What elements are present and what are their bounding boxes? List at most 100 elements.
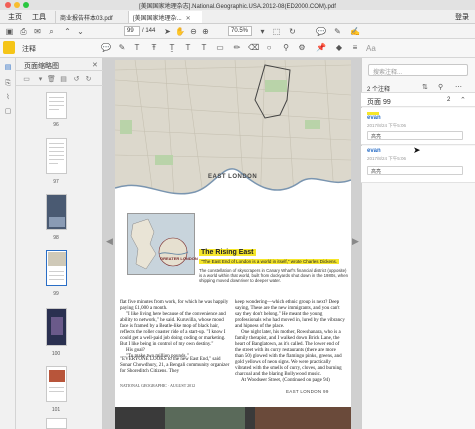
- print-icon[interactable]: ⎙: [19, 27, 28, 36]
- next-page-arrow-icon[interactable]: ▶: [352, 236, 359, 247]
- thumbnail-page-102[interactable]: [46, 418, 67, 429]
- chevron-down-icon[interactable]: ▾: [36, 75, 45, 84]
- menu-home[interactable]: 主页: [8, 12, 22, 22]
- mouse-cursor-icon: ➤: [413, 145, 421, 155]
- rotate-right-icon[interactable]: ↻: [84, 75, 93, 84]
- page-number-input[interactable]: 99: [124, 26, 140, 36]
- thumbnail-label: 99: [53, 291, 59, 297]
- thumbnail-page-97[interactable]: [46, 138, 67, 174]
- next-page-icon[interactable]: ⌄: [76, 27, 85, 36]
- comment-date: 2017/8/24 下午5:06: [367, 123, 407, 128]
- fit-page-icon[interactable]: ⬚: [272, 27, 281, 36]
- menu-tools[interactable]: 工具: [32, 12, 46, 22]
- search-comments-input[interactable]: 搜索注释...: [368, 64, 468, 76]
- close-icon[interactable]: ✕: [92, 61, 98, 69]
- zoom-in-icon[interactable]: ⊕: [201, 27, 210, 36]
- photo-strip: [115, 407, 351, 429]
- thumbnail-page-98[interactable]: [46, 194, 67, 230]
- shape-icon[interactable]: ○: [264, 43, 274, 53]
- left-column-lower: "EVERYONE LOOKS to the new East End," sa…: [120, 357, 230, 375]
- thumbnail-panel-title: 页面缩略图: [24, 63, 59, 70]
- paragraph: "EVERYONE LOOKS to the new East End," sa…: [120, 357, 230, 374]
- rotate-left-icon[interactable]: ↺: [72, 75, 81, 84]
- pen-icon[interactable]: ✎: [333, 27, 342, 36]
- text-icon[interactable]: T: [199, 43, 209, 53]
- paragraph: One night later, his mother, Rowshanara,…: [235, 330, 342, 377]
- hand-tool-icon[interactable]: ✋: [175, 27, 185, 36]
- attach-icon[interactable]: ⚙: [297, 43, 307, 53]
- thumbnail-label: 100: [51, 351, 61, 357]
- comments-count: 2 个注释: [367, 87, 391, 93]
- zoom-select[interactable]: 70.5%: [228, 26, 252, 36]
- thumbnail-page-96[interactable]: [46, 92, 67, 119]
- page-caption: NATIONAL GEOGRAPHIC · AUGUST 2012: [120, 383, 196, 388]
- search-icon[interactable]: ⌕: [47, 27, 56, 36]
- paragraph: "I like living here because of the conve…: [120, 312, 226, 347]
- zoom-out-icon[interactable]: ⊖: [189, 27, 198, 36]
- close-icon[interactable]: ✕: [186, 16, 191, 22]
- tab-natgeo[interactable]: [美国国家地理杂... ✕: [128, 11, 202, 23]
- attachment-icon[interactable]: ⌇: [4, 94, 12, 102]
- thumbnail-label: 98: [53, 235, 59, 241]
- font-icon[interactable]: Aa: [366, 44, 376, 53]
- intro-body: The constellation of skyscrapers in Cana…: [199, 268, 349, 284]
- chevron-down-icon[interactable]: ▾: [258, 27, 267, 36]
- window-title: [美国国家地理杂志].National.Geographic.USA.2012-…: [139, 4, 336, 10]
- search-placeholder: 搜索注释...: [373, 70, 403, 76]
- delete-icon[interactable]: 🗑: [47, 75, 56, 84]
- mail-icon[interactable]: ✉: [33, 27, 42, 36]
- comment-text[interactable]: 高亮: [367, 166, 463, 175]
- bookmark-icon[interactable]: ⎘: [4, 80, 12, 88]
- comment-text[interactable]: 高亮: [367, 131, 463, 140]
- comment-item[interactable]: evan 2017/8/24 下午5:06 高亮: [361, 108, 475, 145]
- thumbnail-page-99[interactable]: [46, 250, 67, 286]
- pencil-icon[interactable]: ✏: [232, 43, 242, 53]
- page-total: / 144: [142, 28, 156, 34]
- comment-toolbar-label: 注释: [22, 46, 36, 53]
- thumbnail-label: 96: [53, 122, 59, 128]
- headline-highlight[interactable]: The Rising East: [199, 249, 256, 256]
- layers-icon[interactable]: ▢: [4, 108, 12, 116]
- insert-page-icon[interactable]: ▤: [59, 75, 68, 84]
- save-icon[interactable]: ▣: [5, 27, 14, 36]
- more-options-icon[interactable]: ⋯: [455, 83, 462, 91]
- callout-icon[interactable]: ▭: [215, 43, 225, 53]
- paragraph: flat five minutes from work, for which h…: [120, 300, 229, 311]
- rotate-icon[interactable]: ↻: [288, 27, 297, 36]
- stamp-icon[interactable]: ⚲: [281, 43, 291, 53]
- comments-page-label: 页面 99: [367, 99, 391, 106]
- thumbnail-page-101[interactable]: [46, 366, 67, 402]
- line-style-icon[interactable]: ≡: [350, 43, 360, 53]
- pin-icon[interactable]: 📌: [316, 43, 326, 53]
- tab-sample-report[interactable]: 商业报告样本03.pdf: [55, 11, 127, 23]
- comment-mode-icon[interactable]: [3, 41, 15, 54]
- color-fill-icon[interactable]: ◆: [334, 43, 344, 53]
- comment-date: 2017/8/24 下午5:06: [367, 156, 407, 161]
- note-icon[interactable]: 💬: [101, 43, 111, 53]
- thumbnail-page-100[interactable]: [46, 308, 67, 346]
- squiggly-icon[interactable]: Ṯ: [167, 43, 177, 53]
- text-box-icon[interactable]: T: [183, 43, 193, 53]
- comments-page-count: 2: [447, 97, 451, 103]
- strikethrough-icon[interactable]: Ŧ: [149, 43, 159, 53]
- sort-icon[interactable]: ⇅: [422, 83, 428, 91]
- sign-icon[interactable]: ✍: [350, 27, 360, 36]
- quote-highlight[interactable]: "The East End of London is a world in it…: [199, 259, 340, 264]
- page-options-icon[interactable]: ▭: [22, 75, 31, 84]
- highlight-icon[interactable]: ✎: [117, 43, 127, 53]
- inset-label: GREATER LONDON: [160, 256, 198, 261]
- east-london-map: [115, 60, 351, 210]
- paragraph: keep wondering—which ethnic group is nex…: [235, 300, 345, 329]
- filter-icon[interactable]: ⚲: [438, 83, 443, 91]
- comment-icon[interactable]: 💬: [316, 27, 326, 36]
- tab-label: 商业报告样本03.pdf: [60, 16, 113, 22]
- chevron-up-icon[interactable]: ⌃: [460, 96, 466, 104]
- thumbnails-icon[interactable]: ▤: [4, 64, 12, 72]
- underline-icon[interactable]: T: [132, 43, 142, 53]
- prev-page-arrow-icon[interactable]: ◀: [106, 236, 113, 247]
- eraser-icon[interactable]: ⌫: [248, 43, 259, 53]
- left-column: flat five minutes from work, for which h…: [120, 300, 230, 360]
- select-cursor-icon[interactable]: ➤: [163, 27, 172, 36]
- login-button[interactable]: 登录: [455, 12, 469, 22]
- prev-page-icon[interactable]: ⌃: [63, 27, 72, 36]
